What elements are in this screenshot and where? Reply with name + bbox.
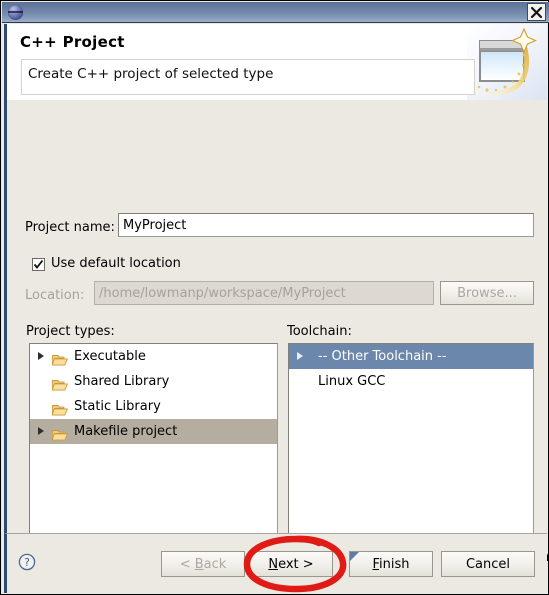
folder-icon: [51, 425, 68, 441]
expand-arrow-icon[interactable]: [38, 352, 44, 360]
wizard-window-sparkle-icon: [470, 27, 537, 97]
wizard-body: Project name: Use default location Locat…: [4, 100, 549, 565]
close-icon: [530, 6, 543, 19]
toolchain-list[interactable]: -- Other Toolchain -- Linux GCC: [288, 343, 534, 543]
list-item-label: Linux GCC: [318, 374, 386, 389]
project-types-list[interactable]: Executable Shared Library Static Library: [29, 343, 278, 543]
page-description-box: Create C++ project of selected type: [21, 59, 475, 95]
list-item-label: Shared Library: [74, 374, 170, 389]
back-button[interactable]: < Back: [161, 551, 245, 577]
list-item-label: -- Other Toolchain --: [318, 349, 447, 364]
default-button-indicator: [350, 552, 359, 561]
title-bar: [2, 2, 549, 23]
location-label: Location:: [25, 288, 85, 303]
list-item[interactable]: Static Library: [30, 394, 277, 419]
folder-icon: [51, 400, 68, 416]
wizard-header: C++ Project Create C++ project of select…: [4, 24, 547, 100]
list-item-label: Static Library: [74, 399, 161, 414]
folder-icon: [51, 350, 68, 366]
finish-button[interactable]: Finish: [349, 551, 433, 577]
project-name-input[interactable]: [118, 213, 534, 237]
help-button[interactable]: ?: [18, 553, 36, 571]
help-question-icon: ?: [18, 553, 36, 571]
page-title: C++ Project: [20, 33, 125, 51]
cpp-project-wizard-dialog: C++ Project Create C++ project of select…: [0, 0, 549, 595]
project-name-label: Project name:: [25, 220, 115, 235]
list-item[interactable]: Linux GCC: [289, 369, 533, 394]
page-description: Create C++ project of selected type: [28, 66, 274, 82]
list-item[interactable]: Executable: [30, 344, 277, 369]
list-item[interactable]: Shared Library: [30, 369, 277, 394]
checkbox-box: [32, 258, 45, 271]
project-types-label: Project types:: [26, 324, 115, 339]
use-default-location-label: Use default location: [51, 256, 181, 271]
location-input[interactable]: [94, 281, 434, 305]
list-item-label: Executable: [74, 349, 146, 364]
list-item-label: Makefile project: [74, 424, 178, 439]
next-button[interactable]: Next >: [249, 551, 333, 577]
toolchain-label: Toolchain:: [287, 324, 352, 339]
list-item[interactable]: -- Other Toolchain --: [289, 344, 533, 369]
eclipse-sphere-icon: [8, 5, 23, 20]
expand-arrow-icon[interactable]: [297, 352, 303, 360]
cancel-button[interactable]: Cancel: [441, 551, 535, 577]
wizard-banner-art: [467, 24, 547, 100]
checkmark-icon: [33, 259, 44, 269]
browse-button[interactable]: Browse...: [440, 281, 534, 305]
close-button[interactable]: [527, 3, 546, 21]
svg-text:?: ?: [24, 557, 30, 569]
folder-icon: [51, 375, 68, 391]
expand-arrow-icon[interactable]: [38, 427, 44, 435]
list-item[interactable]: Makefile project: [30, 419, 277, 444]
